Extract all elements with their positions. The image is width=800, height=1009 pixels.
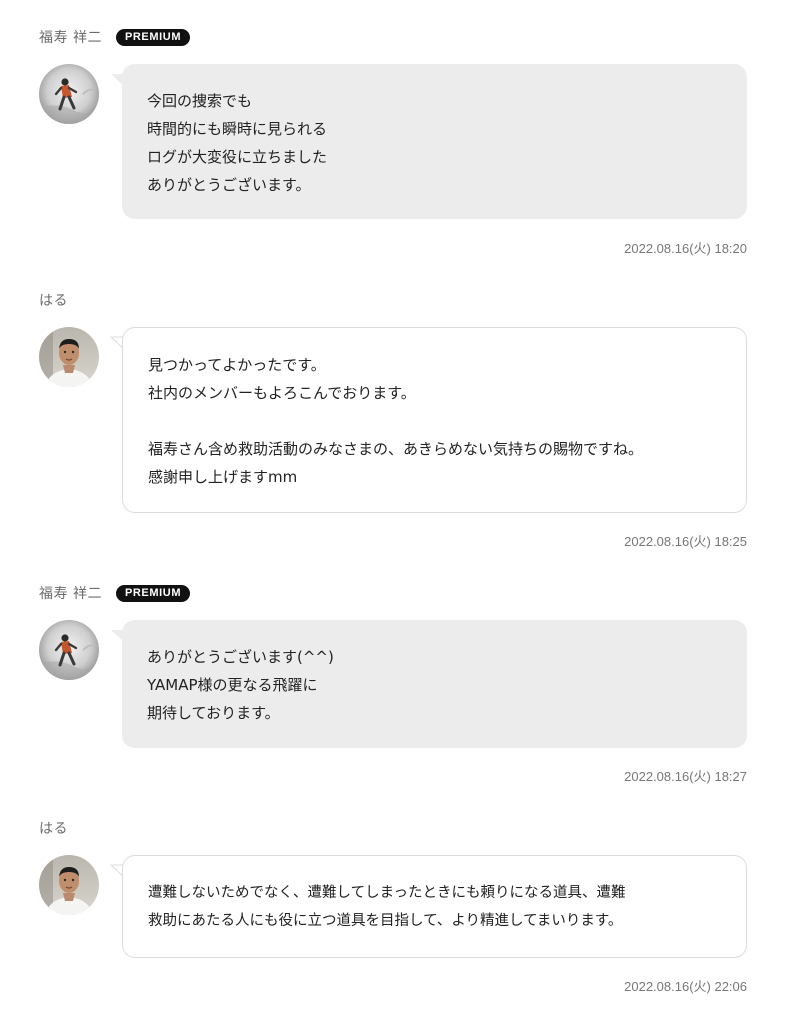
comment-author-row: 福寿 祥二 PREMIUM bbox=[39, 583, 191, 603]
author-name[interactable]: はる bbox=[39, 290, 68, 310]
comment-author-row: はる bbox=[39, 818, 68, 838]
comment-bubble: ありがとうございます(^^) YAMAP様の更なる飛躍に 期待しております。 bbox=[122, 620, 747, 748]
user-avatar-fukuju[interactable] bbox=[39, 620, 99, 680]
author-name[interactable]: 福寿 祥二 bbox=[39, 27, 102, 47]
author-name[interactable]: 福寿 祥二 bbox=[39, 583, 102, 603]
comment-timestamp: 2022.08.16(火) 18:27 bbox=[624, 769, 747, 784]
premium-badge: PREMIUM bbox=[115, 28, 191, 46]
comment-bubble: 今回の捜索でも 時間的にも瞬時に見られる ログが大変役に立ちました ありがとうご… bbox=[122, 64, 747, 219]
author-name[interactable]: はる bbox=[39, 818, 68, 838]
comment-author-row: はる bbox=[39, 290, 68, 310]
premium-badge: PREMIUM bbox=[115, 584, 191, 602]
comment-bubble: 見つかってよかったです。 社内のメンバーもよろこんでおります。 福寿さん含め救助… bbox=[122, 327, 747, 513]
comment-author-row: 福寿 祥二 PREMIUM bbox=[39, 27, 191, 47]
comment-timestamp: 2022.08.16(火) 18:20 bbox=[624, 241, 747, 256]
comment-bubble: 遭難しないためでなく、遭難してしまったときにも頼りになる道具、遭難 救助にあたる… bbox=[122, 855, 747, 958]
comment-timestamp: 2022.08.16(火) 22:06 bbox=[624, 979, 747, 994]
user-avatar-haru[interactable] bbox=[39, 327, 99, 387]
user-avatar-fukuju[interactable] bbox=[39, 64, 99, 124]
user-avatar-haru[interactable] bbox=[39, 855, 99, 915]
comment-timestamp: 2022.08.16(火) 18:25 bbox=[624, 534, 747, 549]
